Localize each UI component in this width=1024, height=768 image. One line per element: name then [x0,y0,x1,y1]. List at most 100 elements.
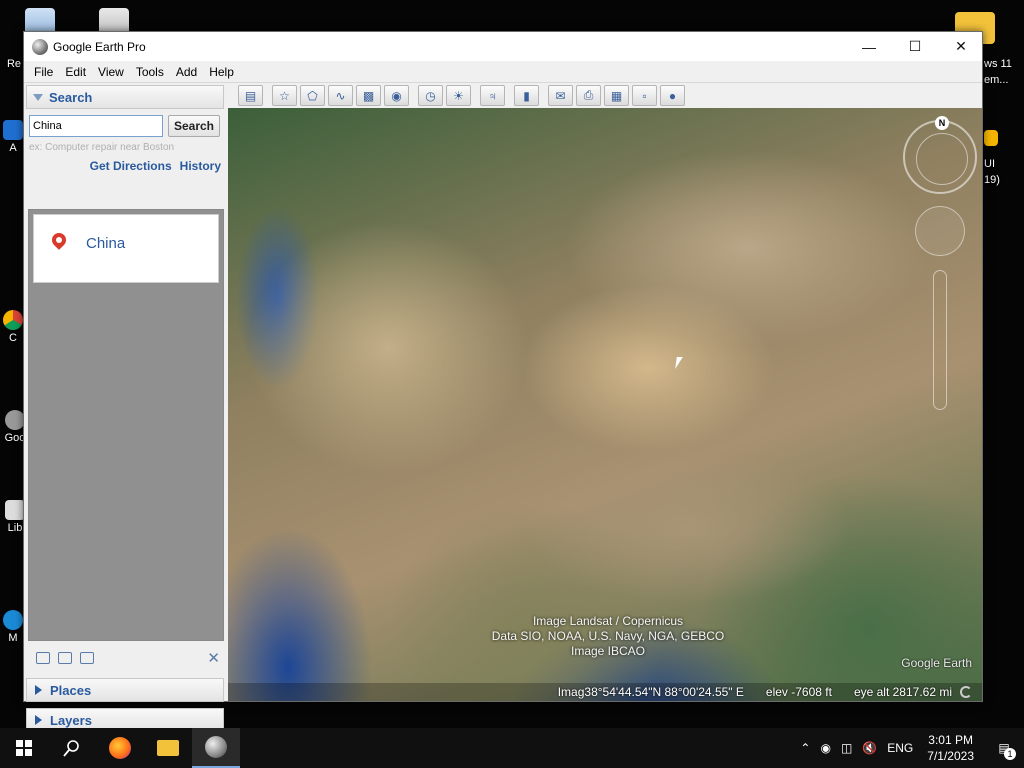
clock-time: 3:01 PM [928,733,973,747]
sunlight-icon[interactable]: ☀ [446,85,471,106]
imagery-credits: Image Landsat / Copernicus Data SIO, NOA… [458,614,758,659]
planet-switch-icon[interactable]: ♃ [480,85,505,106]
map-pin-icon [49,230,69,250]
chevron-up-icon[interactable]: ⌃ [800,741,810,755]
get-directions-link[interactable]: Get Directions [90,159,172,173]
search-result-name[interactable]: China [86,235,125,252]
layers-panel-title: Layers [50,712,92,728]
maximize-button[interactable]: ☐ [892,32,938,61]
look-joystick-icon[interactable] [915,206,965,256]
desktop-icon-label: C [9,332,17,344]
desktop-icon-label: UI [984,158,995,170]
compass-inner-icon [916,133,968,185]
desktop-icon-label: ws 11 [984,58,1012,70]
print-icon[interactable] [80,652,94,664]
clear-search-icon[interactable]: ✕ [207,649,220,667]
volume-muted-icon[interactable]: 🔇 [862,741,877,755]
search-taskbar-button[interactable] [48,728,96,768]
add-folder-icon[interactable] [36,652,50,664]
google-earth-window: Google Earth Pro — ☐ ✕ File Edit View To… [23,31,983,732]
firefox-icon [109,737,131,759]
history-link[interactable]: History [180,159,221,173]
network-icon[interactable]: ◫ [841,741,852,755]
sidebar: Search Search ex: Computer repair near B… [24,83,226,732]
menu-file[interactable]: File [28,63,59,81]
meet-now-icon[interactable]: ◉ [820,741,830,755]
expand-arrow-icon [35,685,42,695]
google-earth-app-icon [32,38,48,55]
add-placemark-icon[interactable]: ☆ [272,85,297,106]
menu-bar: File Edit View Tools Add Help [24,61,982,83]
menu-edit[interactable]: Edit [59,63,92,81]
search-panel-title: Search [49,89,93,105]
elevation-readout: elev -7608 ft [765,685,832,699]
desktop-icon-label: 19) [984,174,1000,186]
places-panel-header[interactable]: Places [26,678,224,702]
shield-shortcut-icon[interactable] [984,130,1024,146]
search-hint: ex: Computer repair near Boston [29,142,175,153]
compass-north-label: N [935,116,949,130]
search-result-item[interactable]: China [33,214,219,283]
mouse-cursor-icon [675,357,683,369]
places-panel: Places [24,676,226,702]
copy-icon[interactable] [58,652,72,664]
record-tour-icon[interactable]: ◉ [384,85,409,106]
zoom-slider[interactable] [933,270,947,410]
view-in-maps-icon[interactable]: ▫ [632,85,657,106]
navigation-controls: N [903,116,977,420]
windows-logo-icon [16,740,32,756]
menu-add[interactable]: Add [170,63,203,81]
close-button[interactable]: ✕ [938,32,984,61]
search-links: Get Directions History [24,159,221,173]
notification-center-button[interactable]: ▤ 1 [984,728,1024,768]
folder-icon [157,740,179,756]
menu-tools[interactable]: Tools [130,63,170,81]
historical-imagery-icon[interactable]: ◷ [418,85,443,106]
clock-date: 7/1/2023 [927,749,974,763]
expand-arrow-icon [35,715,42,725]
add-image-overlay-icon[interactable]: ▩ [356,85,381,106]
save-image-icon[interactable]: ▦ [604,85,629,106]
search-results-area: China [28,209,224,641]
coordinates-readout: Imag38°54'44.54"N 88°00'24.55" E [557,685,744,699]
compass-ring[interactable]: N [903,116,977,194]
toolbar: ▤ ☆ ⬠ ∿ ▩ ◉ ◷ ☀ ♃ ▮ ✉ ⎙ ▦ ▫ ● [228,83,982,108]
window-title: Google Earth Pro [53,39,146,54]
clock[interactable]: 3:01 PM 7/1/2023 [927,732,974,764]
taskbar: ⌃ ◉ ◫ 🔇 ENG 3:01 PM 7/1/2023 ▤ 1 [0,728,1024,768]
desktop-icon-label: A [9,142,17,154]
search-panel-header[interactable]: Search [26,85,224,109]
search-input[interactable] [29,115,163,137]
places-panel-title: Places [50,682,92,698]
menu-help[interactable]: Help [203,63,240,81]
language-indicator[interactable]: ENG [887,741,913,755]
google-earth-icon [205,736,227,758]
desktop-icon-label: M [8,632,18,644]
google-earth-logo: Google Earth [901,656,972,670]
ruler-icon[interactable]: ▮ [514,85,539,106]
start-button[interactable] [0,728,48,768]
collapse-arrow-icon [33,93,43,101]
add-path-icon[interactable]: ∿ [328,85,353,106]
google-earth-taskbar-button[interactable] [192,728,240,768]
system-tray: ⌃ ◉ ◫ 🔇 ENG 3:01 PM 7/1/2023 ▤ 1 [800,728,1024,768]
notification-count: 1 [1004,748,1016,760]
desktop-icon-label: Lib [7,522,23,534]
credit-line: Image Landsat / Copernicus [532,614,684,628]
map-view[interactable]: N Image Landsat / Copernicus Data SIO, N… [228,108,982,701]
title-bar[interactable]: Google Earth Pro — ☐ ✕ [24,32,982,61]
sidebar-toggle-icon[interactable]: ▤ [238,85,263,106]
search-button[interactable]: Search [168,115,220,137]
sidebar-tools: ✕ [28,647,224,669]
email-icon[interactable]: ✉ [548,85,573,106]
search-icon [63,740,79,757]
add-polygon-icon[interactable]: ⬠ [300,85,325,106]
firefox-taskbar-button[interactable] [96,728,144,768]
file-explorer-taskbar-button[interactable] [144,728,192,768]
minimize-button[interactable]: — [846,32,892,61]
earth-gallery-icon[interactable]: ● [660,85,685,106]
menu-view[interactable]: View [92,63,130,81]
search-row: Search [29,115,226,137]
print-icon[interactable]: ⎙ [576,85,601,106]
eye-altitude-readout: eye alt 2817.62 mi [853,685,952,699]
